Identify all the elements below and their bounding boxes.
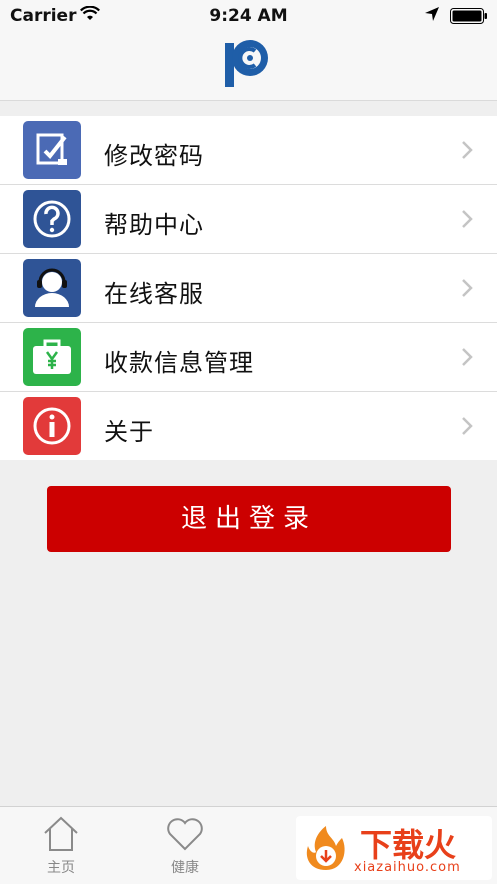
- chevron-right-icon: [461, 140, 473, 160]
- wallet-icon: [23, 328, 81, 386]
- chevron-right-icon: [461, 209, 473, 229]
- help-icon: [23, 190, 81, 248]
- logout-button[interactable]: 退出登录: [47, 486, 451, 552]
- menu-item-label: 在线客服: [104, 280, 204, 308]
- battery-icon: [450, 8, 488, 24]
- menu-item-change-password[interactable]: 修改密码: [0, 116, 497, 185]
- watermark: 下载火 xiazaihuo.com: [296, 816, 492, 880]
- heart-icon: [150, 813, 220, 855]
- tab-label: 健康: [171, 860, 199, 876]
- nav-bar: [0, 34, 497, 101]
- status-time: 9:24 AM: [209, 6, 288, 26]
- app-logo-icon: [221, 37, 275, 91]
- chevron-right-icon: [461, 416, 473, 436]
- home-icon: [26, 813, 96, 855]
- watermark-subtitle: xiazaihuo.com: [354, 860, 461, 875]
- menu-item-help-center[interactable]: 帮助中心: [0, 185, 497, 254]
- tab-home[interactable]: 主页: [26, 813, 96, 877]
- settings-menu: 修改密码 帮助中心 在线客服 收款信息管理 关于: [0, 116, 497, 460]
- chevron-right-icon: [461, 347, 473, 367]
- menu-item-payment-info[interactable]: 收款信息管理: [0, 323, 497, 392]
- flame-logo-icon: [300, 822, 352, 874]
- menu-item-label: 关于: [104, 418, 154, 446]
- menu-item-online-service[interactable]: 在线客服: [0, 254, 497, 323]
- menu-item-about[interactable]: 关于: [0, 392, 497, 460]
- location-arrow-icon: [424, 6, 440, 27]
- chevron-right-icon: [461, 278, 473, 298]
- status-bar: Carrier 9:24 AM: [0, 0, 497, 34]
- menu-item-label: 收款信息管理: [104, 349, 254, 377]
- edit-password-icon: [23, 121, 81, 179]
- tab-label: 主页: [47, 860, 75, 876]
- tab-health[interactable]: 健康: [150, 813, 220, 877]
- info-icon: [23, 397, 81, 455]
- menu-item-label: 帮助中心: [104, 211, 204, 239]
- customer-service-icon: [23, 259, 81, 317]
- menu-item-label: 修改密码: [104, 142, 204, 170]
